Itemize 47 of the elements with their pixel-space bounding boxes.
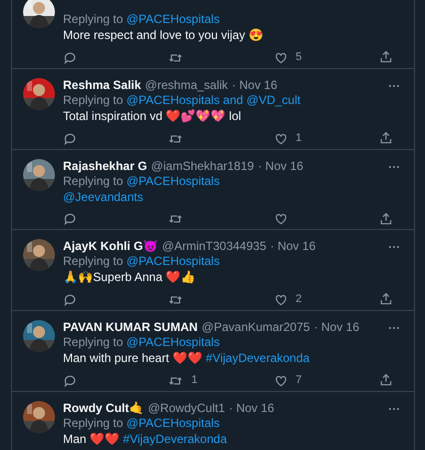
replying-to: Replying to @PACEHospitals bbox=[63, 12, 221, 27]
reply-icon[interactable] bbox=[63, 212, 77, 226]
tweet-text: 🙏🙌Superb Anna ❤👍 bbox=[63, 270, 197, 285]
tweet-text: @Jeevandants bbox=[63, 190, 144, 205]
user-name[interactable]: Rowdy Cult🤙 bbox=[63, 401, 144, 416]
retweet-count: 1 bbox=[191, 373, 198, 388]
share-icon[interactable] bbox=[378, 50, 393, 64]
share-icon[interactable] bbox=[378, 131, 393, 145]
user-handle: @RowdyCult1 bbox=[148, 401, 225, 416]
tweet-text: Total inspiration vd ❤💕💖💖 lol bbox=[63, 109, 242, 124]
user-name[interactable]: Rajashekhar G bbox=[63, 159, 148, 174]
heart-icon[interactable] bbox=[274, 292, 288, 306]
reply-icon[interactable] bbox=[63, 374, 77, 388]
user-name[interactable]: AjayK Kohli G😈 bbox=[63, 239, 158, 254]
user-handle: @PavanKumar2075 bbox=[202, 320, 310, 335]
tweet-text: More respect and love to you vijay 😍 bbox=[63, 28, 264, 43]
heart-icon[interactable] bbox=[274, 374, 288, 388]
share-icon[interactable] bbox=[378, 212, 393, 226]
user-handle: @iamShekhar1819 bbox=[151, 159, 254, 174]
heart-icon[interactable] bbox=[274, 50, 288, 64]
replying-to: Replying to @PACEHospitals bbox=[63, 416, 221, 431]
tweet-text: Man with pure heart ❤❤ #VijayDeverakonda bbox=[63, 351, 311, 366]
replying-to: Replying to @PACEHospitals bbox=[63, 174, 221, 189]
tweet-date: · Nov 16 bbox=[270, 239, 316, 254]
like-count: 5 bbox=[296, 50, 302, 65]
user-name[interactable]: PAVAN KUMAR SUMAN bbox=[63, 320, 198, 335]
tweet-text: Man ❤❤ #VijayDeverakonda bbox=[63, 432, 228, 447]
tweet-date: · Nov 16 bbox=[228, 401, 274, 416]
tweet-date: · Nov 16 bbox=[232, 78, 278, 93]
share-icon[interactable] bbox=[378, 373, 393, 387]
replying-to: Replying to @PACEHospitals and @VD_cult bbox=[63, 93, 302, 108]
tweet-date: · Nov 16 bbox=[258, 159, 304, 174]
reply-icon[interactable] bbox=[63, 132, 77, 146]
share-icon[interactable] bbox=[378, 292, 393, 306]
heart-icon[interactable] bbox=[274, 212, 288, 226]
like-count: 7 bbox=[296, 373, 302, 388]
user-handle: @ArminT30344935 bbox=[162, 239, 266, 254]
tweet-date: · Nov 16 bbox=[314, 320, 360, 335]
user-handle: @reshma_salik bbox=[145, 78, 228, 93]
like-count: 1 bbox=[296, 131, 302, 146]
replying-to: Replying to @PACEHospitals bbox=[63, 335, 221, 350]
user-name[interactable]: Reshma Salik bbox=[63, 78, 142, 93]
replying-to: Replying to @PACEHospitals bbox=[63, 254, 221, 269]
reply-icon[interactable] bbox=[63, 50, 77, 64]
reply-icon[interactable] bbox=[63, 292, 77, 306]
like-count: 2 bbox=[296, 292, 302, 307]
heart-icon[interactable] bbox=[274, 132, 288, 146]
